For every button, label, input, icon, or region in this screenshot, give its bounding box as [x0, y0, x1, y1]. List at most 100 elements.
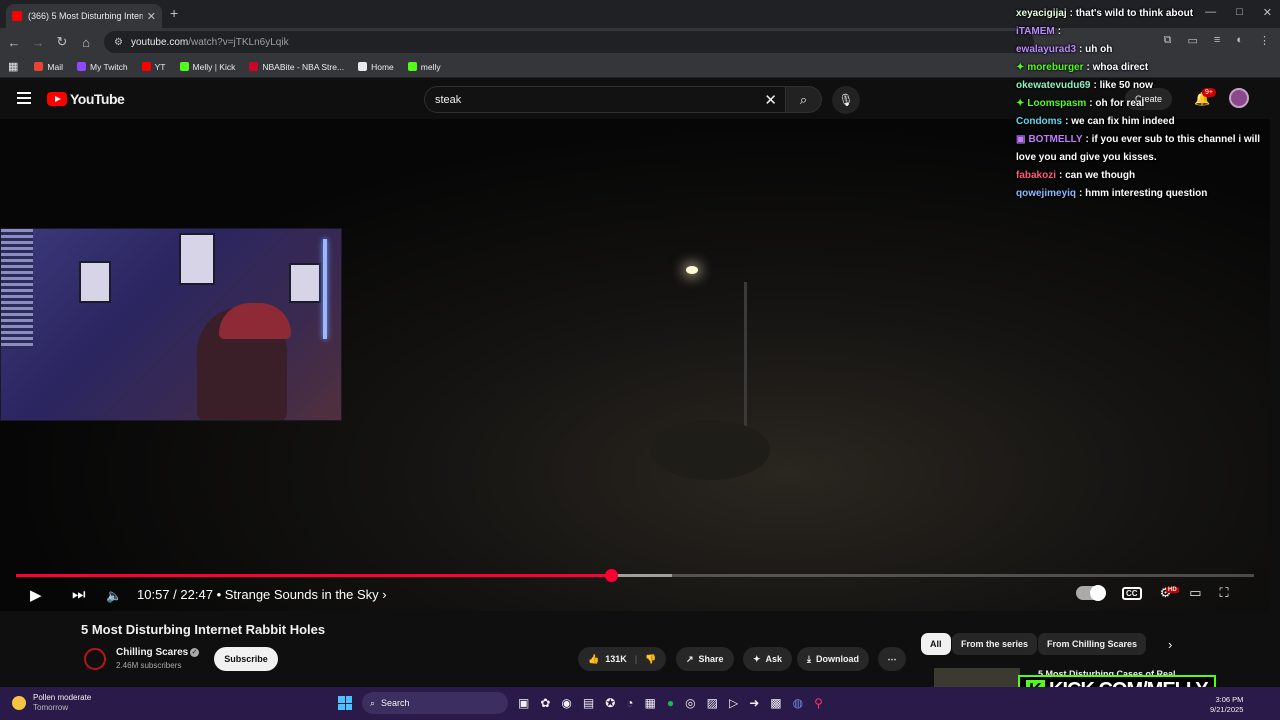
chat-username[interactable]: xeyacigijaj: [1016, 8, 1067, 19]
search-input[interactable]: steak ✕: [424, 86, 786, 113]
apps-icon[interactable]: ▦: [8, 60, 18, 73]
hamburger-menu-icon[interactable]: [17, 92, 31, 104]
media-player-icon[interactable]: ▷: [729, 696, 738, 710]
back-icon[interactable]: ←: [2, 35, 26, 50]
chrome-icon[interactable]: ◎: [685, 696, 695, 710]
address-bar[interactable]: ⚙ youtube.com /watch?v=jTKLn6yLqik: [104, 31, 1034, 53]
chat-username[interactable]: Condoms: [1016, 116, 1062, 127]
start-windows-icon[interactable]: [338, 696, 352, 710]
chat-username[interactable]: iTAMEM: [1016, 26, 1055, 37]
chevron-right-icon[interactable]: ›: [1168, 637, 1172, 652]
spotify-icon[interactable]: ●: [667, 696, 674, 710]
chapter-title[interactable]: • Strange Sounds in the Sky ›: [217, 587, 387, 602]
download-button[interactable]: ⤓ Download: [797, 647, 869, 671]
clock-app-icon[interactable]: ◔: [626, 696, 633, 710]
thumbs-up-icon: 👍: [588, 653, 600, 664]
like-button[interactable]: 👍 131K | 👎: [578, 647, 667, 671]
duration: 22:47: [180, 587, 213, 602]
scrubber-handle[interactable]: [604, 569, 618, 582]
youtube-logo[interactable]: YouTube: [47, 91, 125, 107]
subscribe-button[interactable]: Subscribe: [214, 647, 278, 671]
voice-search-button[interactable]: 🎙: [832, 86, 860, 114]
bookmark-mail[interactable]: Mail: [34, 62, 63, 72]
chat-username[interactable]: fabakozi: [1016, 170, 1056, 181]
discord-icon[interactable]: ◍: [793, 696, 803, 710]
copilot-icon[interactable]: ✿: [540, 696, 550, 710]
chat-message: qowejimeyiq: hmm interesting question: [1016, 185, 1270, 203]
bookmark-melly[interactable]: melly: [407, 62, 441, 72]
forward-icon[interactable]: →: [26, 35, 50, 50]
autoplay-toggle[interactable]: [1076, 585, 1106, 601]
channel-name[interactable]: Chilling Scares: [116, 647, 188, 658]
taskbar-search[interactable]: ⌕ Search: [362, 692, 508, 714]
chat-message: xeyacigijaj: that's wild to think about: [1016, 5, 1270, 23]
window-blinds: [1, 229, 33, 349]
stream-chat-overlay: xeyacigijaj: that's wild to think about i…: [1016, 5, 1270, 203]
share-button[interactable]: ↗ Share: [676, 647, 734, 671]
chip-all[interactable]: All: [921, 633, 951, 655]
subscriber-count: 2.46M subscribers: [116, 661, 182, 670]
photos-icon[interactable]: ▨: [707, 696, 718, 710]
street-lamp-light: [686, 266, 698, 274]
chat-username[interactable]: ewalayurad3: [1016, 44, 1076, 55]
kick-icon: [407, 62, 417, 71]
weather-widget[interactable]: Pollen moderate Tomorrow: [12, 693, 91, 713]
xbox-icon[interactable]: ✪: [605, 696, 615, 710]
chip-from-channel[interactable]: From Chilling Scares: [1038, 633, 1147, 655]
chat-username[interactable]: okewatevudu69: [1016, 80, 1090, 91]
tab-close-icon[interactable]: ✕: [147, 10, 156, 23]
site-info-icon[interactable]: ⚙: [114, 37, 123, 48]
search-query: steak: [435, 93, 462, 106]
pin-app-icon[interactable]: ⚲: [814, 696, 823, 710]
chat-text: :: [1057, 26, 1062, 37]
home-icon[interactable]: ⌂: [74, 35, 98, 50]
arrow-app-icon[interactable]: ➜: [749, 696, 759, 710]
chat-message: Condoms: we can fix him indeed: [1016, 113, 1270, 131]
chat-text: : uh oh: [1079, 44, 1113, 55]
bookmark-home[interactable]: Home: [358, 62, 394, 72]
more-actions-button[interactable]: ⋯: [878, 647, 906, 671]
clear-search-icon[interactable]: ✕: [764, 91, 777, 109]
clock-time: 3:06 PM: [1215, 695, 1244, 704]
chat-username[interactable]: BOTMELLY: [1028, 134, 1082, 145]
new-tab-button[interactable]: +: [170, 5, 178, 21]
browser-tab[interactable]: (366) 5 Most Disturbing Interne ✕: [6, 4, 162, 28]
volume-icon[interactable]: 🔈: [106, 588, 122, 604]
search-icon: ⌕: [799, 91, 808, 107]
game-app-icon[interactable]: ▩: [770, 696, 781, 710]
thumbs-down-icon[interactable]: 👎: [645, 654, 656, 665]
chip-from-series[interactable]: From the series: [952, 633, 1038, 655]
captions-button[interactable]: CC: [1122, 586, 1142, 600]
bush-shape: [650, 420, 770, 480]
chat-text: : can we though: [1059, 170, 1136, 181]
chat-username[interactable]: moreburger: [1027, 62, 1083, 73]
streamer-webcam: [0, 228, 342, 421]
bookmark-nbabite[interactable]: NBABite - NBA Stre...: [249, 62, 344, 72]
reload-icon[interactable]: ↻: [50, 34, 74, 50]
street-lamp-pole: [744, 282, 747, 442]
chat-username[interactable]: Loomspasm: [1027, 98, 1086, 109]
bookmark-yt[interactable]: YT: [141, 62, 166, 72]
theater-mode-icon[interactable]: ▭: [1189, 585, 1201, 601]
ask-button[interactable]: ✦ Ask: [743, 647, 793, 671]
progress-bar[interactable]: [16, 569, 1254, 582]
bookmark-twitch[interactable]: My Twitch: [77, 62, 128, 72]
system-clock[interactable]: 3:06 PM 9/21/2025: [1210, 695, 1243, 715]
search-button[interactable]: ⌕: [786, 86, 822, 113]
chat-message: ewalayurad3: uh oh: [1016, 41, 1270, 59]
play-button[interactable]: ▶: [30, 586, 42, 604]
file-explorer-icon[interactable]: ▤: [583, 696, 594, 710]
channel-avatar[interactable]: [84, 648, 106, 670]
chat-badge-icon: ▣: [1016, 134, 1026, 145]
task-view-icon[interactable]: ▣: [518, 696, 529, 710]
store-icon[interactable]: ▦: [645, 696, 656, 710]
chat-message: ▣ BOTMELLY: if you ever sub to this chann…: [1016, 131, 1270, 167]
next-button[interactable]: ⏭: [72, 586, 86, 603]
fullscreen-icon[interactable]: ⛶: [1220, 585, 1229, 601]
download-icon: ⤓: [807, 653, 811, 664]
wall-poster: [289, 263, 321, 303]
chat-text: : that's wild to think about: [1069, 8, 1194, 19]
edge-icon[interactable]: ◉: [561, 696, 571, 710]
bookmark-kick[interactable]: Melly | Kick: [179, 62, 235, 72]
chat-username[interactable]: qowejimeyiq: [1016, 188, 1076, 199]
